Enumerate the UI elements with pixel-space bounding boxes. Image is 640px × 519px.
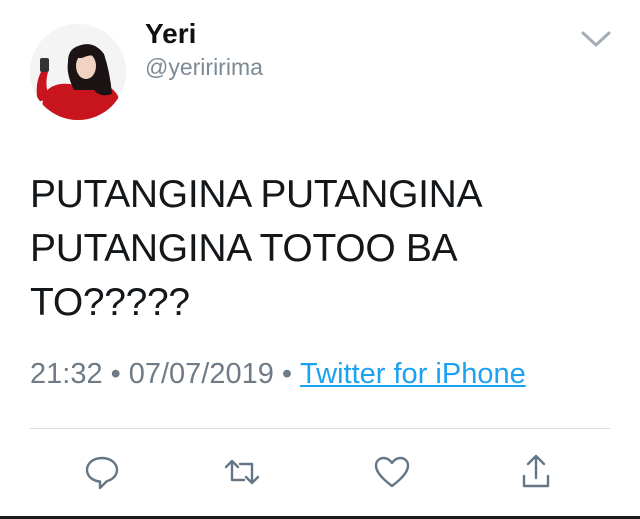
retweet-arrows-icon <box>224 459 260 485</box>
share-upload-icon <box>522 454 550 488</box>
chevron-down-icon[interactable] <box>580 28 612 50</box>
meta-separator: • <box>281 358 293 390</box>
reply-button[interactable] <box>82 452 122 492</box>
tweet-text: PUTANGINA PUTANGINA PUTANGINA TOTOO BA T… <box>30 168 620 330</box>
heart-icon <box>374 456 410 488</box>
author-handle[interactable]: @yeriririma <box>145 54 263 81</box>
tweet-text-line: PUTANGINA PUTANGINA <box>30 173 483 216</box>
tweet-time: 21:32 <box>30 358 103 390</box>
like-button[interactable] <box>372 452 412 492</box>
tweet-meta: 21:32 • 07/07/2019 • Twitter for iPhone <box>30 358 526 391</box>
avatar-image <box>30 24 126 120</box>
tweet-action-bar <box>0 452 640 496</box>
tweet-date: 07/07/2019 <box>128 358 274 390</box>
meta-separator: • <box>110 358 121 390</box>
tweet-text-line: TO????? <box>30 281 190 324</box>
retweet-button[interactable] <box>222 452 262 492</box>
tweet-text-line: PUTANGINA TOTOO BA <box>30 227 458 270</box>
tweet-source-link[interactable]: Twitter for iPhone <box>300 358 526 390</box>
comment-bubble-icon <box>85 456 119 490</box>
divider <box>30 428 610 429</box>
avatar[interactable] <box>30 24 126 120</box>
share-button[interactable] <box>516 452 556 492</box>
author-display-name[interactable]: Yeri <box>145 18 196 50</box>
